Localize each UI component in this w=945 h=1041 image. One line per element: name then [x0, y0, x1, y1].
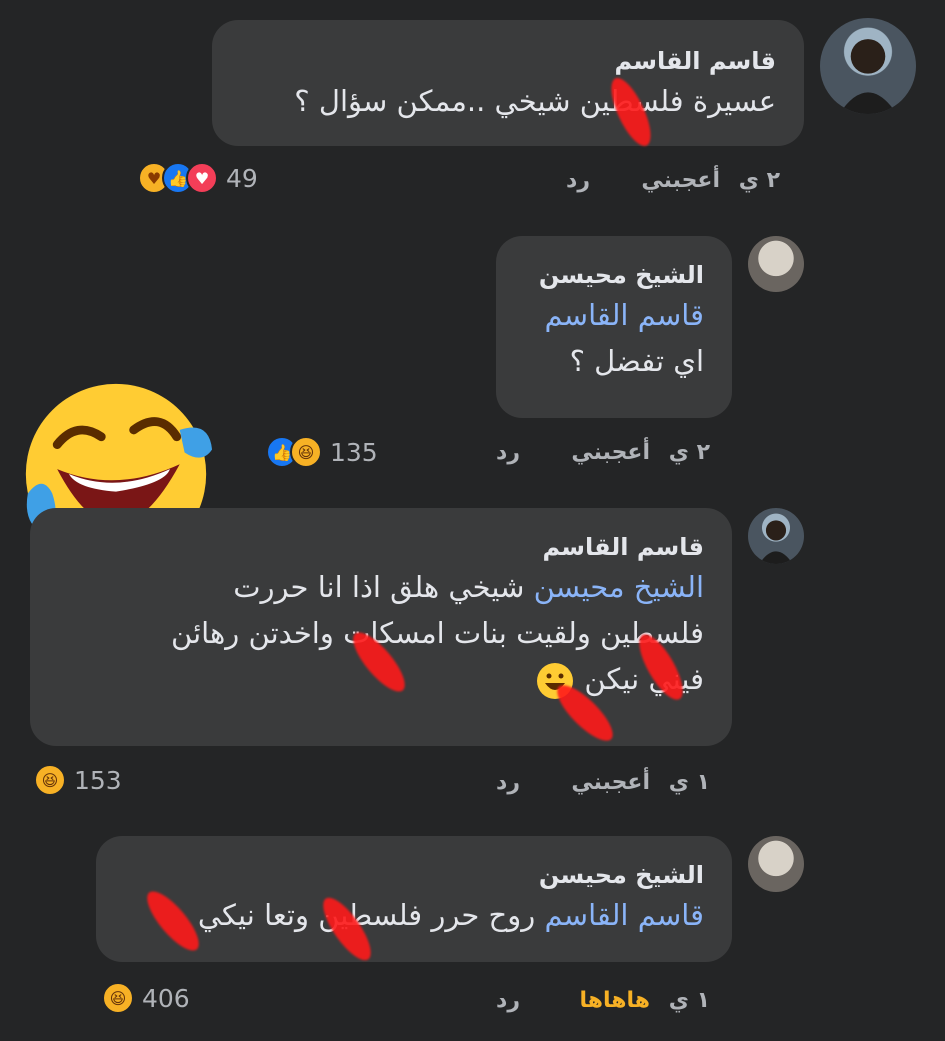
- like-button[interactable]: أعجبني: [520, 440, 650, 465]
- comment-text-line3: فيني نيكن: [584, 662, 704, 696]
- avatar[interactable]: [748, 508, 804, 564]
- reaction-count: 153: [74, 765, 122, 795]
- comment-time: ١ ي: [668, 770, 710, 795]
- reply-button[interactable]: رد: [496, 770, 520, 795]
- comment-time: ١ ي: [668, 988, 710, 1013]
- comment-mention[interactable]: الشيخ محيسن: [534, 570, 704, 604]
- haha-icon: 😆: [290, 436, 322, 468]
- haha-reaction-button[interactable]: هاهاها: [520, 988, 650, 1013]
- reaction-summary[interactable]: 😆 406: [102, 982, 190, 1014]
- comment-mention[interactable]: قاسم القاسم: [544, 898, 704, 932]
- reply-button[interactable]: رد: [496, 988, 520, 1013]
- comment-text: عسيرة فلسطين شيخي ..ممكن سؤال ؟: [294, 84, 776, 118]
- reaction-count: 135: [330, 437, 378, 467]
- comment-author[interactable]: قاسم القاسم: [54, 530, 704, 564]
- comment-actions: ١ ي أعجبني رد: [450, 770, 710, 795]
- love-icon: ♥: [186, 162, 218, 194]
- comment-time: ٢ ي: [738, 168, 780, 193]
- reply-button[interactable]: رد: [566, 168, 590, 193]
- avatar[interactable]: [748, 236, 804, 292]
- reaction-summary[interactable]: 😆 153: [34, 764, 122, 796]
- comment-actions: ٢ ي أعجبني رد: [520, 168, 780, 193]
- reply-button[interactable]: رد: [496, 440, 520, 465]
- comment-text: روح حرر فلسطين وتعا نيكي: [197, 898, 536, 932]
- reaction-summary[interactable]: 👍 😆 135: [266, 436, 378, 468]
- like-button[interactable]: أعجبني: [520, 770, 650, 795]
- comment-author[interactable]: الشيخ محيسن: [520, 258, 704, 292]
- comment-text: اي تفضل ؟: [569, 344, 704, 378]
- reaction-count: 406: [142, 983, 190, 1013]
- comment-bubble: الشيخ محيسن قاسم القاسم اي تفضل ؟: [496, 236, 732, 418]
- comment-mention[interactable]: قاسم القاسم: [520, 292, 704, 338]
- haha-icon: 😆: [102, 982, 134, 1014]
- haha-icon: 😆: [34, 764, 66, 796]
- like-button[interactable]: أعجبني: [590, 168, 720, 193]
- avatar[interactable]: [748, 836, 804, 892]
- comment-time: ٢ ي: [668, 440, 710, 465]
- comment-author[interactable]: قاسم القاسم: [236, 44, 776, 78]
- reaction-summary[interactable]: ♥ 👍 ♥ 49: [138, 162, 258, 194]
- comment-author[interactable]: الشيخ محيسن: [120, 858, 704, 892]
- comment-bubble: قاسم القاسم عسيرة فلسطين شيخي ..ممكن سؤا…: [212, 20, 804, 146]
- comment-actions: ٢ ي أعجبني رد: [450, 440, 710, 465]
- comment-text-line1: شيخي هلق اذا انا حررت: [233, 570, 525, 604]
- comment-actions: ١ ي هاهاها رد: [450, 988, 710, 1013]
- comment-bubble: قاسم القاسم الشيخ محيسن شيخي هلق اذا انا…: [30, 508, 732, 746]
- avatar[interactable]: [820, 18, 916, 114]
- reaction-count: 49: [226, 163, 258, 193]
